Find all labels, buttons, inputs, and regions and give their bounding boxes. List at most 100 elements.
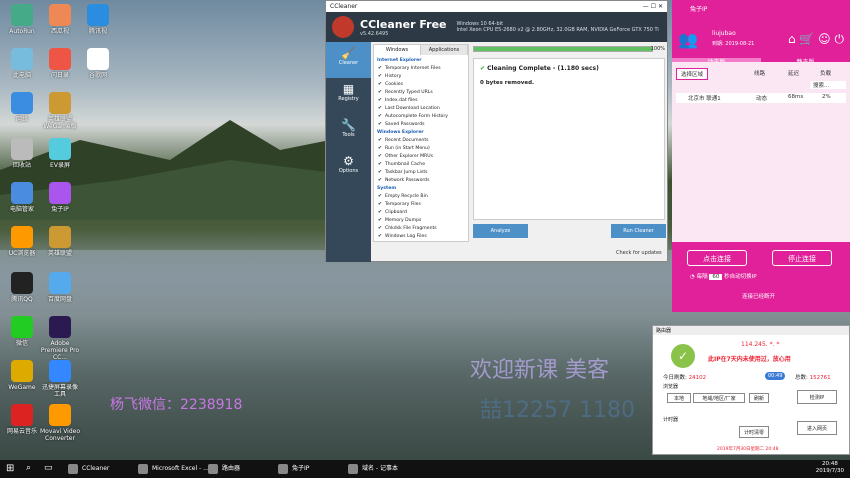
checklist-item[interactable]: Temporary Internet Files bbox=[377, 65, 465, 73]
taskbar-app[interactable]: Microsoft Excel - ... bbox=[136, 462, 209, 476]
result-body: 0 bytes removed. bbox=[480, 80, 535, 86]
disconnect-button[interactable]: 停止连接 bbox=[772, 250, 832, 266]
desktop-icon[interactable]: AutoRun bbox=[2, 4, 42, 35]
checklist-item[interactable]: Network Passwords bbox=[377, 177, 465, 185]
desktop-icon-label: Adobe Premiere Pro CC... bbox=[40, 340, 80, 361]
desktop-icon[interactable]: EV录屏 bbox=[40, 138, 80, 169]
checklist-item[interactable]: Last Download Location bbox=[377, 105, 465, 113]
desktop-icon[interactable]: WeGame bbox=[2, 360, 42, 391]
run-cleaner-button[interactable]: Run Cleaner bbox=[611, 224, 666, 238]
system-clock[interactable]: 20:48 2019/7/30 bbox=[816, 461, 844, 475]
sidebar-item-tools[interactable]: 🔧 Tools bbox=[326, 114, 371, 150]
desktop-icon[interactable]: 兔子IP bbox=[40, 182, 80, 213]
task-view-icon[interactable]: ▭ bbox=[44, 463, 53, 473]
ccleaner-window: CCleaner — ☐ ✕ CCleaner Free v5.42.6495 … bbox=[325, 0, 668, 262]
search-icon[interactable]: ⌕ bbox=[26, 463, 31, 473]
interval-label: 每隔 bbox=[696, 274, 708, 280]
checklist-group: Windows Explorer bbox=[377, 130, 424, 135]
app-icon bbox=[11, 48, 33, 70]
sidebar-item-cleaner[interactable]: 🧹 Cleaner bbox=[326, 42, 371, 78]
checklist-item[interactable]: Recently Typed URLs bbox=[377, 89, 465, 97]
analyze-button[interactable]: Analyze bbox=[473, 224, 528, 238]
watermark-line2: 欢迎新课 美客 bbox=[470, 358, 609, 383]
window-controls[interactable]: — ☐ ✕ bbox=[643, 3, 663, 10]
checklist-item[interactable]: Other Explorer MRUs bbox=[377, 153, 465, 161]
desktop-icon[interactable]: 百度网盘 bbox=[40, 272, 80, 303]
search-input[interactable]: 搜索... bbox=[810, 81, 846, 89]
toolbar-icons[interactable]: ⌂ 🛒 ☺ ⏻ bbox=[788, 32, 844, 47]
server-row[interactable]: 北京市 联通1 动态 68ms 2% bbox=[676, 93, 846, 103]
sidebar-item-registry[interactable]: ▦ Registry bbox=[326, 78, 371, 114]
checklist-item[interactable]: Saved Passwords bbox=[377, 121, 465, 129]
checklist-item[interactable]: Empty Recycle Bin bbox=[377, 193, 465, 201]
region-select[interactable]: 选择区域 bbox=[676, 68, 709, 80]
checklist-item[interactable]: Recent Documents bbox=[377, 137, 465, 145]
desktop-icon[interactable]: 网络 bbox=[2, 92, 42, 123]
checklist-item[interactable]: Thumbnail Cache bbox=[377, 161, 465, 169]
desktop-icon[interactable]: Adobe Premiere Pro CC... bbox=[40, 316, 80, 361]
app-icon bbox=[49, 48, 71, 70]
desktop-icon[interactable]: 英雄联盟 bbox=[40, 226, 80, 257]
region-input[interactable]: 地域/地区/厂家 bbox=[693, 393, 745, 403]
system-info: Windows 10 64-bit Intel Xeon CPU E5-2680… bbox=[457, 21, 659, 33]
desktop-icon[interactable]: 腾讯视 bbox=[78, 4, 118, 35]
start-button[interactable]: ⊞ bbox=[6, 463, 14, 474]
tuzi-username: liujubao bbox=[712, 30, 736, 37]
checklist-item[interactable]: Taskbar Jump Lists bbox=[377, 169, 465, 177]
app-icon bbox=[49, 182, 71, 204]
timer-label: 计时器 bbox=[663, 417, 679, 423]
checklist-item[interactable]: Cookies bbox=[377, 81, 465, 89]
desktop-icon[interactable]: 此电脑 bbox=[2, 48, 42, 79]
check-updates-link[interactable]: Check for updates bbox=[616, 250, 662, 256]
desktop-icon[interactable]: 网易云音乐 bbox=[2, 404, 42, 435]
checklist-item[interactable]: Windows Log Files bbox=[377, 233, 465, 241]
desktop-icon[interactable]: 谷歌网 bbox=[78, 48, 118, 79]
desktop-icon[interactable]: 腾讯QQ bbox=[2, 272, 42, 303]
checklist-item[interactable]: Autocomplete Form History bbox=[377, 113, 465, 121]
local-button[interactable]: 本地 bbox=[667, 393, 691, 403]
desktop-icon[interactable]: 西瓜视 bbox=[40, 4, 80, 35]
desktop-icon[interactable]: 英雄联盟WeGame版 bbox=[40, 92, 80, 130]
sidebar-item-label: Options bbox=[338, 168, 359, 174]
ccleaner-header: CCleaner Free v5.42.6495 Windows 10 64-b… bbox=[326, 12, 667, 42]
checklist-item[interactable]: Memory Dumps bbox=[377, 217, 465, 225]
app-icon bbox=[49, 316, 71, 338]
checklist-item[interactable]: History bbox=[377, 73, 465, 81]
sidebar-item-options[interactable]: ⚙ Options bbox=[326, 150, 371, 186]
desktop-icon-label: 微信 bbox=[15, 340, 28, 347]
desktop-icon[interactable]: 迅捷屏幕录像工具 bbox=[40, 360, 80, 398]
desktop-icon-label: UC浏览器 bbox=[8, 250, 36, 257]
app-icon bbox=[11, 226, 33, 248]
checklist-item[interactable]: Temporary Files bbox=[377, 201, 465, 209]
taskbar-app[interactable]: 路由器 bbox=[206, 462, 240, 476]
watermark-line3: 喆12257 1180 bbox=[480, 398, 635, 423]
tab-windows[interactable]: Windows bbox=[374, 45, 421, 55]
desktop-icon[interactable]: Movavi Video Converter bbox=[40, 404, 80, 442]
tab-applications[interactable]: Applications bbox=[421, 45, 468, 55]
timer-reset-button[interactable]: 计时清零 bbox=[739, 426, 769, 438]
desktop-icon-label: AutoRun bbox=[9, 28, 35, 35]
grid-icon: ▦ bbox=[342, 82, 355, 96]
desktop-icon[interactable]: 微信 bbox=[2, 316, 42, 347]
app-icon bbox=[49, 360, 71, 382]
taskbar-app[interactable]: 域名 - 记事本 bbox=[346, 462, 398, 476]
interval-input[interactable]: 60 bbox=[709, 274, 723, 280]
checklist-item[interactable]: Index.dat files bbox=[377, 97, 465, 105]
checklist-item[interactable]: Run (in Start Menu) bbox=[377, 145, 465, 153]
desktop-icon[interactable]: 闪日录 bbox=[40, 48, 80, 79]
server-name: 北京市 联通1 bbox=[688, 96, 721, 102]
refresh-button[interactable]: 刷新 bbox=[749, 393, 769, 403]
desktop-icon[interactable]: 回收站 bbox=[2, 138, 42, 169]
user-icon: 👥 bbox=[678, 30, 698, 49]
checklist-item[interactable]: Chkdsk File Fragments bbox=[377, 225, 465, 233]
desktop-icon[interactable]: UC浏览器 bbox=[2, 226, 42, 257]
taskbar-app[interactable]: 兔子IP bbox=[276, 462, 309, 476]
check-ip-button[interactable]: 检测IP bbox=[797, 390, 837, 404]
taskbar-app[interactable]: CCleaner bbox=[66, 462, 109, 476]
server-load: 2% bbox=[822, 94, 831, 100]
checklist-item[interactable]: Clipboard bbox=[377, 209, 465, 217]
desktop-icon[interactable]: 电脑管家 bbox=[2, 182, 42, 213]
app-icon bbox=[49, 404, 71, 426]
enter-web-button[interactable]: 进入网页 bbox=[797, 421, 837, 435]
connect-button[interactable]: 点击连接 bbox=[687, 250, 747, 266]
